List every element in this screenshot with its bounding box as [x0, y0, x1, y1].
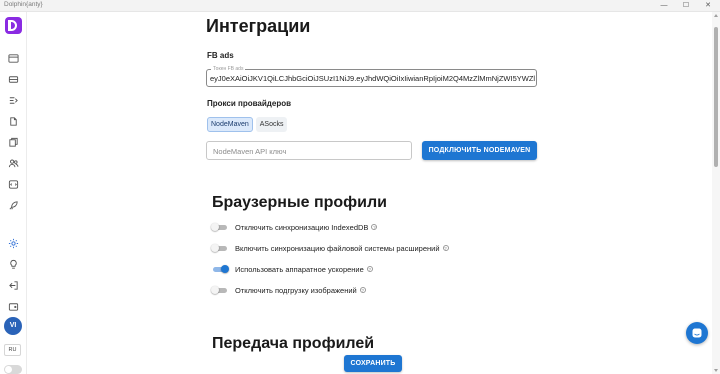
help-icon[interactable]: ? [366, 266, 373, 272]
connect-nodemaven-button[interactable]: ПОДКЛЮЧИТЬ NODEMAVEN [422, 141, 537, 160]
api-icon[interactable] [6, 177, 21, 192]
window-title: Dolphin{anty} [4, 1, 43, 8]
scrollbar-thumb[interactable] [714, 27, 718, 167]
fb-ads-token-field[interactable]: Токен FB ads eyJ0eXAiOiJKV1QiLCJhbGciOiJ… [206, 66, 537, 87]
option-disable-indexeddb-sync: Отключить синхронизацию IndexedDB ? [211, 222, 378, 232]
fb-ads-label: FB ads [207, 51, 234, 60]
option-label: Отключить подгрузку изображений [235, 285, 357, 295]
theme-toggle[interactable] [4, 365, 22, 374]
user-avatar[interactable]: VI [4, 317, 22, 335]
window-titlebar: Dolphin{anty} — ☐ ✕ [0, 0, 720, 12]
bookmarks-icon[interactable] [6, 135, 21, 150]
team-icon[interactable] [6, 156, 21, 171]
lightbulb-icon[interactable] [6, 257, 21, 272]
help-icon[interactable]: ? [442, 245, 449, 251]
browser-profiles-title: Браузерные профили [212, 194, 387, 211]
integrations-title: Интеграции [206, 16, 311, 36]
tab-nodemaven[interactable]: NodeMaven [207, 117, 253, 132]
proxy-providers-label: Прокси провайдеров [207, 99, 292, 108]
support-chat-button[interactable] [686, 322, 708, 344]
disable-image-loading-toggle[interactable] [211, 285, 228, 295]
option-label: Отключить синхронизацию IndexedDB [235, 222, 369, 232]
sidebar: VI RU [0, 12, 27, 374]
disable-indexeddb-sync-toggle[interactable] [211, 222, 228, 232]
wallet-icon[interactable] [6, 299, 21, 314]
enable-extension-fs-sync-toggle[interactable] [211, 243, 228, 253]
settings-icon[interactable] [6, 236, 21, 251]
scroll-up-arrow-icon[interactable] [714, 14, 718, 17]
option-disable-image-loading: Отключить подгрузку изображений ? [211, 285, 366, 295]
browser-profiles-icon[interactable] [6, 51, 21, 66]
language-switcher[interactable]: RU [4, 344, 21, 356]
scroll-down-arrow-icon[interactable] [714, 369, 718, 372]
close-button[interactable]: ✕ [697, 0, 719, 12]
chat-icon [692, 328, 702, 338]
profile-transfer-title: Передача профилей [212, 335, 375, 352]
app-logo[interactable] [5, 17, 22, 34]
help-icon[interactable]: ? [359, 287, 366, 293]
proxy-provider-tabs: NodeMaven ASocks [207, 117, 288, 132]
fb-ads-token-value[interactable]: eyJ0eXAiOiJKV1QiLCJhbGciOiJSUzI1NiJ9.eyJ… [210, 74, 535, 83]
option-enable-extension-fs-sync: Включить синхронизацию файловой системы … [211, 243, 449, 253]
help-icon[interactable]: ? [371, 224, 378, 230]
rocket-icon[interactable] [6, 198, 21, 213]
option-label: Включить синхронизацию файловой системы … [235, 243, 440, 253]
logout-icon[interactable] [6, 278, 21, 293]
automation-icon[interactable] [6, 93, 21, 108]
hardware-acceleration-toggle[interactable] [211, 264, 229, 274]
save-button[interactable]: СОХРАНИТЬ [344, 355, 402, 372]
extensions-icon[interactable] [6, 114, 21, 129]
maximize-button[interactable]: ☐ [675, 0, 697, 12]
minimize-button[interactable]: — [653, 0, 675, 12]
option-hardware-acceleration: Использовать аппаратное ускорение ? [211, 264, 373, 274]
nodemaven-api-key-field[interactable] [206, 141, 412, 160]
tab-asocks[interactable]: ASocks [255, 117, 288, 132]
fb-ads-token-legend: Токен FB ads [211, 66, 246, 72]
nodemaven-api-key-input[interactable] [213, 145, 403, 157]
vertical-scrollbar[interactable] [712, 12, 720, 374]
option-label: Использовать аппаратное ускорение [235, 264, 364, 274]
proxy-icon[interactable] [6, 72, 21, 87]
